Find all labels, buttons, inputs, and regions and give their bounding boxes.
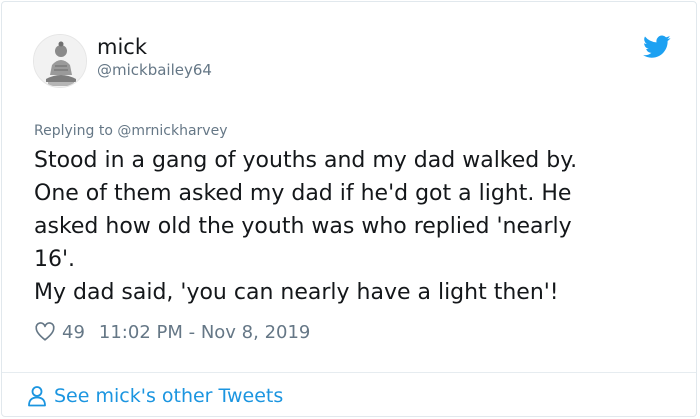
buddha-statue-avatar-image	[34, 35, 86, 87]
tweet-text-line: My dad said, 'you can nearly have a ligh…	[34, 280, 559, 305]
twitter-bird-icon[interactable]	[643, 35, 671, 59]
tweet-timestamp[interactable]: 11:02 PM - Nov 8, 2019	[99, 322, 310, 343]
tweet-text-line: One of them asked my dad if he'd got a l…	[34, 181, 572, 206]
see-other-tweets-label[interactable]: See mick's other Tweets	[54, 385, 283, 407]
tweet-text-line: Stood in a gang of youths and my dad wal…	[34, 148, 578, 173]
author-handle[interactable]: @mickbailey64	[97, 60, 212, 80]
tweet-text-line: 16'.	[34, 247, 76, 272]
tweet-card: mick @mickbailey64 Replying to @mrnickha…	[1, 1, 697, 417]
heart-icon[interactable]	[34, 321, 56, 343]
reply-context[interactable]: Replying to @mrnickharvey	[34, 122, 227, 140]
footer-divider	[2, 372, 696, 373]
tweet-text: Stood in a gang of youths and my dad wal…	[34, 144, 654, 309]
avatar[interactable]	[33, 34, 87, 88]
see-other-tweets-link[interactable]: See mick's other Tweets	[27, 382, 283, 410]
like-count[interactable]: 49	[62, 322, 85, 343]
tweet-text-line: asked how old the youth was who replied …	[34, 214, 572, 239]
person-icon	[28, 386, 46, 407]
tweet-meta: 49 11:02 PM - Nov 8, 2019	[34, 318, 310, 346]
author-name[interactable]: mick	[97, 35, 147, 59]
